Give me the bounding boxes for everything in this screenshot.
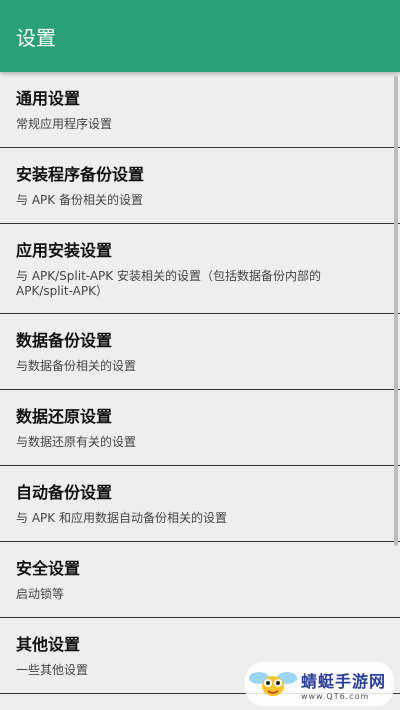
settings-list: 通用设置 常规应用程序设置 安装程序备份设置 与 APK 备份相关的设置 应用安… (0, 72, 400, 694)
settings-item-title: 应用安装设置 (16, 241, 113, 260)
settings-item-subtitle: 与数据备份相关的设置 (16, 359, 137, 373)
settings-item-title: 通用设置 (16, 89, 81, 108)
page-title: 设置 (16, 25, 56, 50)
watermark-url: www.QT6.com (300, 691, 370, 701)
settings-item-data-backup[interactable]: 数据备份设置 与数据备份相关的设置 (0, 314, 400, 390)
settings-item-subtitle: 常规应用程序设置 (16, 117, 113, 131)
settings-item-installer-backup[interactable]: 安装程序备份设置 与 APK 备份相关的设置 (0, 148, 400, 224)
settings-item-auto-backup[interactable]: 自动备份设置 与 APK 和应用数据自动备份相关的设置 (0, 466, 400, 542)
settings-item-app-install[interactable]: 应用安装设置 与 APK/Split-APK 安装相关的设置（包括数据备份内部的… (0, 224, 400, 314)
watermark-name: 蜻蜓手游网 (300, 671, 386, 691)
dragonfly-logo-icon (248, 672, 297, 696)
settings-item-title: 自动备份设置 (16, 483, 113, 502)
settings-item-title: 安全设置 (16, 559, 81, 578)
settings-item-title: 数据备份设置 (16, 331, 113, 350)
watermark: 蜻蜓手游网 www.QT6.com (244, 662, 394, 706)
settings-item-subtitle: 与 APK 和应用数据自动备份相关的设置 (16, 511, 227, 525)
settings-item-title: 安装程序备份设置 (16, 165, 145, 184)
settings-item-general[interactable]: 通用设置 常规应用程序设置 (0, 72, 400, 148)
settings-item-data-restore[interactable]: 数据还原设置 与数据还原有关的设置 (0, 390, 400, 466)
settings-item-subtitle: 启动锁等 (16, 587, 65, 601)
settings-item-title: 其他设置 (16, 635, 81, 654)
settings-item-title: 数据还原设置 (16, 407, 113, 426)
app-bar: 设置 (0, 0, 400, 72)
scrollbar[interactable] (394, 76, 398, 546)
settings-item-subtitle: 与数据还原有关的设置 (16, 435, 137, 449)
settings-item-subtitle: 与 APK/Split-APK 安装相关的设置（包括数据备份内部的 APK/sp… (16, 269, 321, 298)
settings-item-subtitle: 与 APK 备份相关的设置 (16, 193, 143, 207)
settings-item-security[interactable]: 安全设置 启动锁等 (0, 542, 400, 618)
